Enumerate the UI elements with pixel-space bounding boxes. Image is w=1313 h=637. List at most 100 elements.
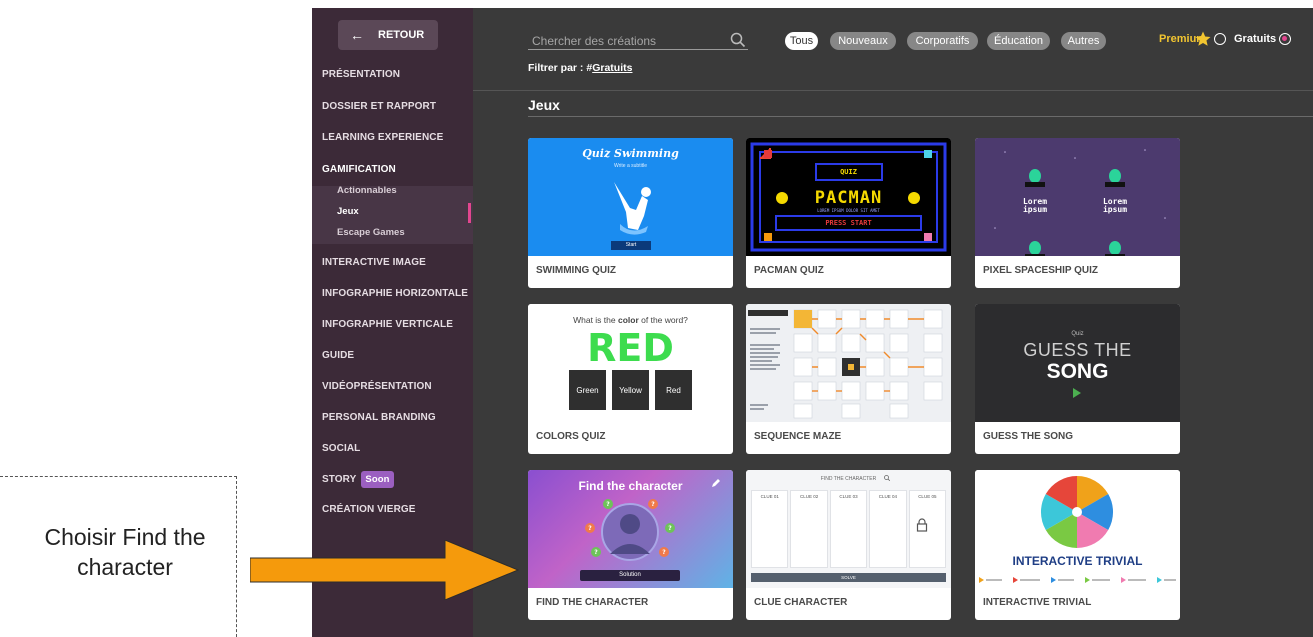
card-thumbnail: FIND THE CHARACTER CLUE 01 CLUE 02 CLUE … xyxy=(746,470,951,588)
card-thumbnail: Find the character ? ? ? ? ? ? Solution xyxy=(528,470,733,588)
card-label: COLORS QUIZ xyxy=(536,431,606,442)
sidebar-item-presentation[interactable]: PRÉSENTATION xyxy=(322,69,400,80)
search-icon xyxy=(884,475,890,481)
card-pixel-spaceship-quiz[interactable]: Lorem ipsum Lorem ipsum PIXEL SPACESHIP … xyxy=(975,138,1180,288)
sidebar-item-social[interactable]: SOCIAL xyxy=(322,443,360,454)
gratuits-radio[interactable] xyxy=(1279,33,1291,45)
sidebar-item-personal-branding[interactable]: PERSONAL BRANDING xyxy=(322,412,436,423)
thumb-solve-bar: SOLVE xyxy=(751,573,946,582)
card-thumbnail: Quiz Swimming Write a subtitle Start xyxy=(528,138,733,256)
svg-text:?: ? xyxy=(606,501,610,508)
soon-badge: Soon xyxy=(361,471,394,488)
play-icon xyxy=(1073,388,1081,398)
sidebar-item-infographie-horizontale[interactable]: INFOGRAPHIE HORIZONTALE xyxy=(322,288,468,299)
card-sequence-maze[interactable]: SEQUENCE MAZE xyxy=(746,304,951,454)
thumb-question-b: color xyxy=(617,315,639,325)
sidebar-item-gamification[interactable]: GAMIFICATION xyxy=(322,164,396,175)
thumb-press-start: PRESS START xyxy=(825,219,872,227)
card-find-the-character[interactable]: Find the character ? ? ? ? ? ? Solution … xyxy=(528,470,733,620)
sidebar-item-interactive-image[interactable]: INTERACTIVE IMAGE xyxy=(322,257,426,268)
svg-text:?: ? xyxy=(588,525,592,532)
card-label: SEQUENCE MAZE xyxy=(754,431,842,442)
card-thumbnail xyxy=(746,304,951,422)
back-button[interactable]: ← RETOUR xyxy=(338,20,438,50)
card-label: CLUE CHARACTER xyxy=(754,597,848,608)
card-thumbnail: INTERACTIVE TRIVIAL xyxy=(975,470,1180,588)
sidebar-subitem-jeux[interactable]: Jeux xyxy=(337,206,359,217)
swimmer-illustration xyxy=(614,182,651,235)
card-thumbnail: What is the color of the word? RED Green… xyxy=(528,304,733,422)
thumb-word: RED xyxy=(587,326,674,370)
sidebar-subitem-actionnables[interactable]: Actionnables xyxy=(337,185,397,196)
thumb-option: Yellow xyxy=(612,370,649,410)
thumb-title: INTERACTIVE TRIVIAL xyxy=(1012,554,1143,568)
annotation-arrow xyxy=(250,540,520,600)
sidebar-item-guide[interactable]: GUIDE xyxy=(322,350,354,361)
sidebar-item-videopresentation[interactable]: VIDÉOPRÉSENTATION xyxy=(322,381,432,392)
active-filter-tag[interactable]: Gratuits xyxy=(592,62,632,74)
character-silhouette: ? ? ? ? ? ? xyxy=(585,499,675,561)
sidebar-subitem-escape-games[interactable]: Escape Games xyxy=(337,227,405,238)
thumb-small-label: Quiz xyxy=(1071,331,1084,337)
card-colors-quiz[interactable]: What is the color of the word? RED Green… xyxy=(528,304,733,454)
thumb-solution-button: Solution xyxy=(580,570,680,581)
search-input[interactable] xyxy=(532,32,722,49)
thumb-title: Quiz Swimming xyxy=(582,147,679,160)
card-pacman-quiz[interactable]: QUIZ PACMAN LOREM IPSUM DOLOR SIT AMET P… xyxy=(746,138,951,288)
thumb-subtitle: LOREM IPSUM DOLOR SIT AMET xyxy=(817,208,880,213)
svg-text:?: ? xyxy=(651,501,655,508)
thumb-option: Green xyxy=(569,370,606,410)
sidebar-item-infographie-verticale[interactable]: INFOGRAPHIE VERTICALE xyxy=(322,319,453,330)
card-label: FIND THE CHARACTER xyxy=(536,597,649,608)
clue-column: CLUE 02 xyxy=(790,490,828,568)
filter-autres[interactable]: Autres xyxy=(1061,32,1106,50)
card-label: SWIMMING QUIZ xyxy=(536,265,616,276)
thumb-title: PACMAN xyxy=(814,188,883,208)
thumb-question: What is the color of the word? xyxy=(528,315,733,325)
thumb-title: FIND THE CHARACTER xyxy=(820,476,877,482)
sidebar-item-story[interactable]: STORY Soon xyxy=(322,471,394,488)
gratuits-label: Gratuits xyxy=(1234,33,1277,45)
card-thumbnail: QUIZ PACMAN LOREM IPSUM DOLOR SIT AMET P… xyxy=(746,138,951,256)
back-button-label: RETOUR xyxy=(378,29,425,41)
spaceship-icons xyxy=(994,149,1166,256)
card-clue-character[interactable]: FIND THE CHARACTER CLUE 01 CLUE 02 CLUE … xyxy=(746,470,951,620)
active-filter-prefix: Filtrer par : # xyxy=(528,62,593,74)
thumb-option: Red xyxy=(655,370,692,410)
sidebar-item-story-label: STORY xyxy=(322,474,357,486)
filter-tous[interactable]: Tous xyxy=(785,32,818,50)
sidebar-item-creation-vierge[interactable]: CRÉATION VIERGE xyxy=(322,504,416,515)
filter-corporatifs[interactable]: Corporatifs xyxy=(907,32,978,50)
card-interactive-trivial[interactable]: INTERACTIVE TRIVIAL INTERACTIVE TRIVIAL xyxy=(975,470,1180,620)
clue-column: CLUE 04 xyxy=(869,490,907,568)
card-label: PACMAN QUIZ xyxy=(754,265,824,276)
svg-text:?: ? xyxy=(662,549,666,556)
lock-icon xyxy=(916,518,928,532)
thumb-question-c: of the word? xyxy=(638,315,688,325)
main-panel: Tous Nouveaux Corporatifs Éducation Autr… xyxy=(473,8,1313,637)
thumb-title: Find the character xyxy=(578,479,683,493)
card-thumbnail: Lorem ipsum Lorem ipsum xyxy=(975,138,1180,256)
card-swimming-quiz[interactable]: Quiz Swimming Write a subtitle Start SWI… xyxy=(528,138,733,288)
thumb-quiz-tag: QUIZ xyxy=(840,168,857,176)
category-legend xyxy=(979,577,1176,583)
header-divider xyxy=(473,90,1313,91)
search-icon[interactable] xyxy=(730,32,746,48)
active-filter: Filtrer par : #Gratuits xyxy=(528,62,632,74)
sidebar-item-dossier[interactable]: DOSSIER ET RAPPORT xyxy=(322,101,436,112)
premium-radio[interactable] xyxy=(1214,33,1226,45)
thumb-question-a: What is the xyxy=(573,315,618,325)
card-label: PIXEL SPACESHIP QUIZ xyxy=(983,265,1099,276)
filter-nouveaux[interactable]: Nouveaux xyxy=(830,32,896,50)
filter-education[interactable]: Éducation xyxy=(987,32,1050,50)
section-underline xyxy=(528,116,1313,117)
svg-text:?: ? xyxy=(594,549,598,556)
sidebar-item-learning[interactable]: LEARNING EXPERIENCE xyxy=(322,132,443,143)
search-bar xyxy=(528,32,748,50)
trivial-wheel xyxy=(1040,476,1114,548)
card-thumbnail: Quiz GUESS THE SONG xyxy=(975,304,1180,422)
clue-column: CLUE 03 xyxy=(829,490,868,568)
screen: ← RETOUR PRÉSENTATION DOSSIER ET RAPPORT… xyxy=(0,0,1313,637)
thumb-title-b: SONG xyxy=(1046,360,1109,383)
card-guess-the-song[interactable]: Quiz GUESS THE SONG GUESS THE SONG xyxy=(975,304,1180,454)
